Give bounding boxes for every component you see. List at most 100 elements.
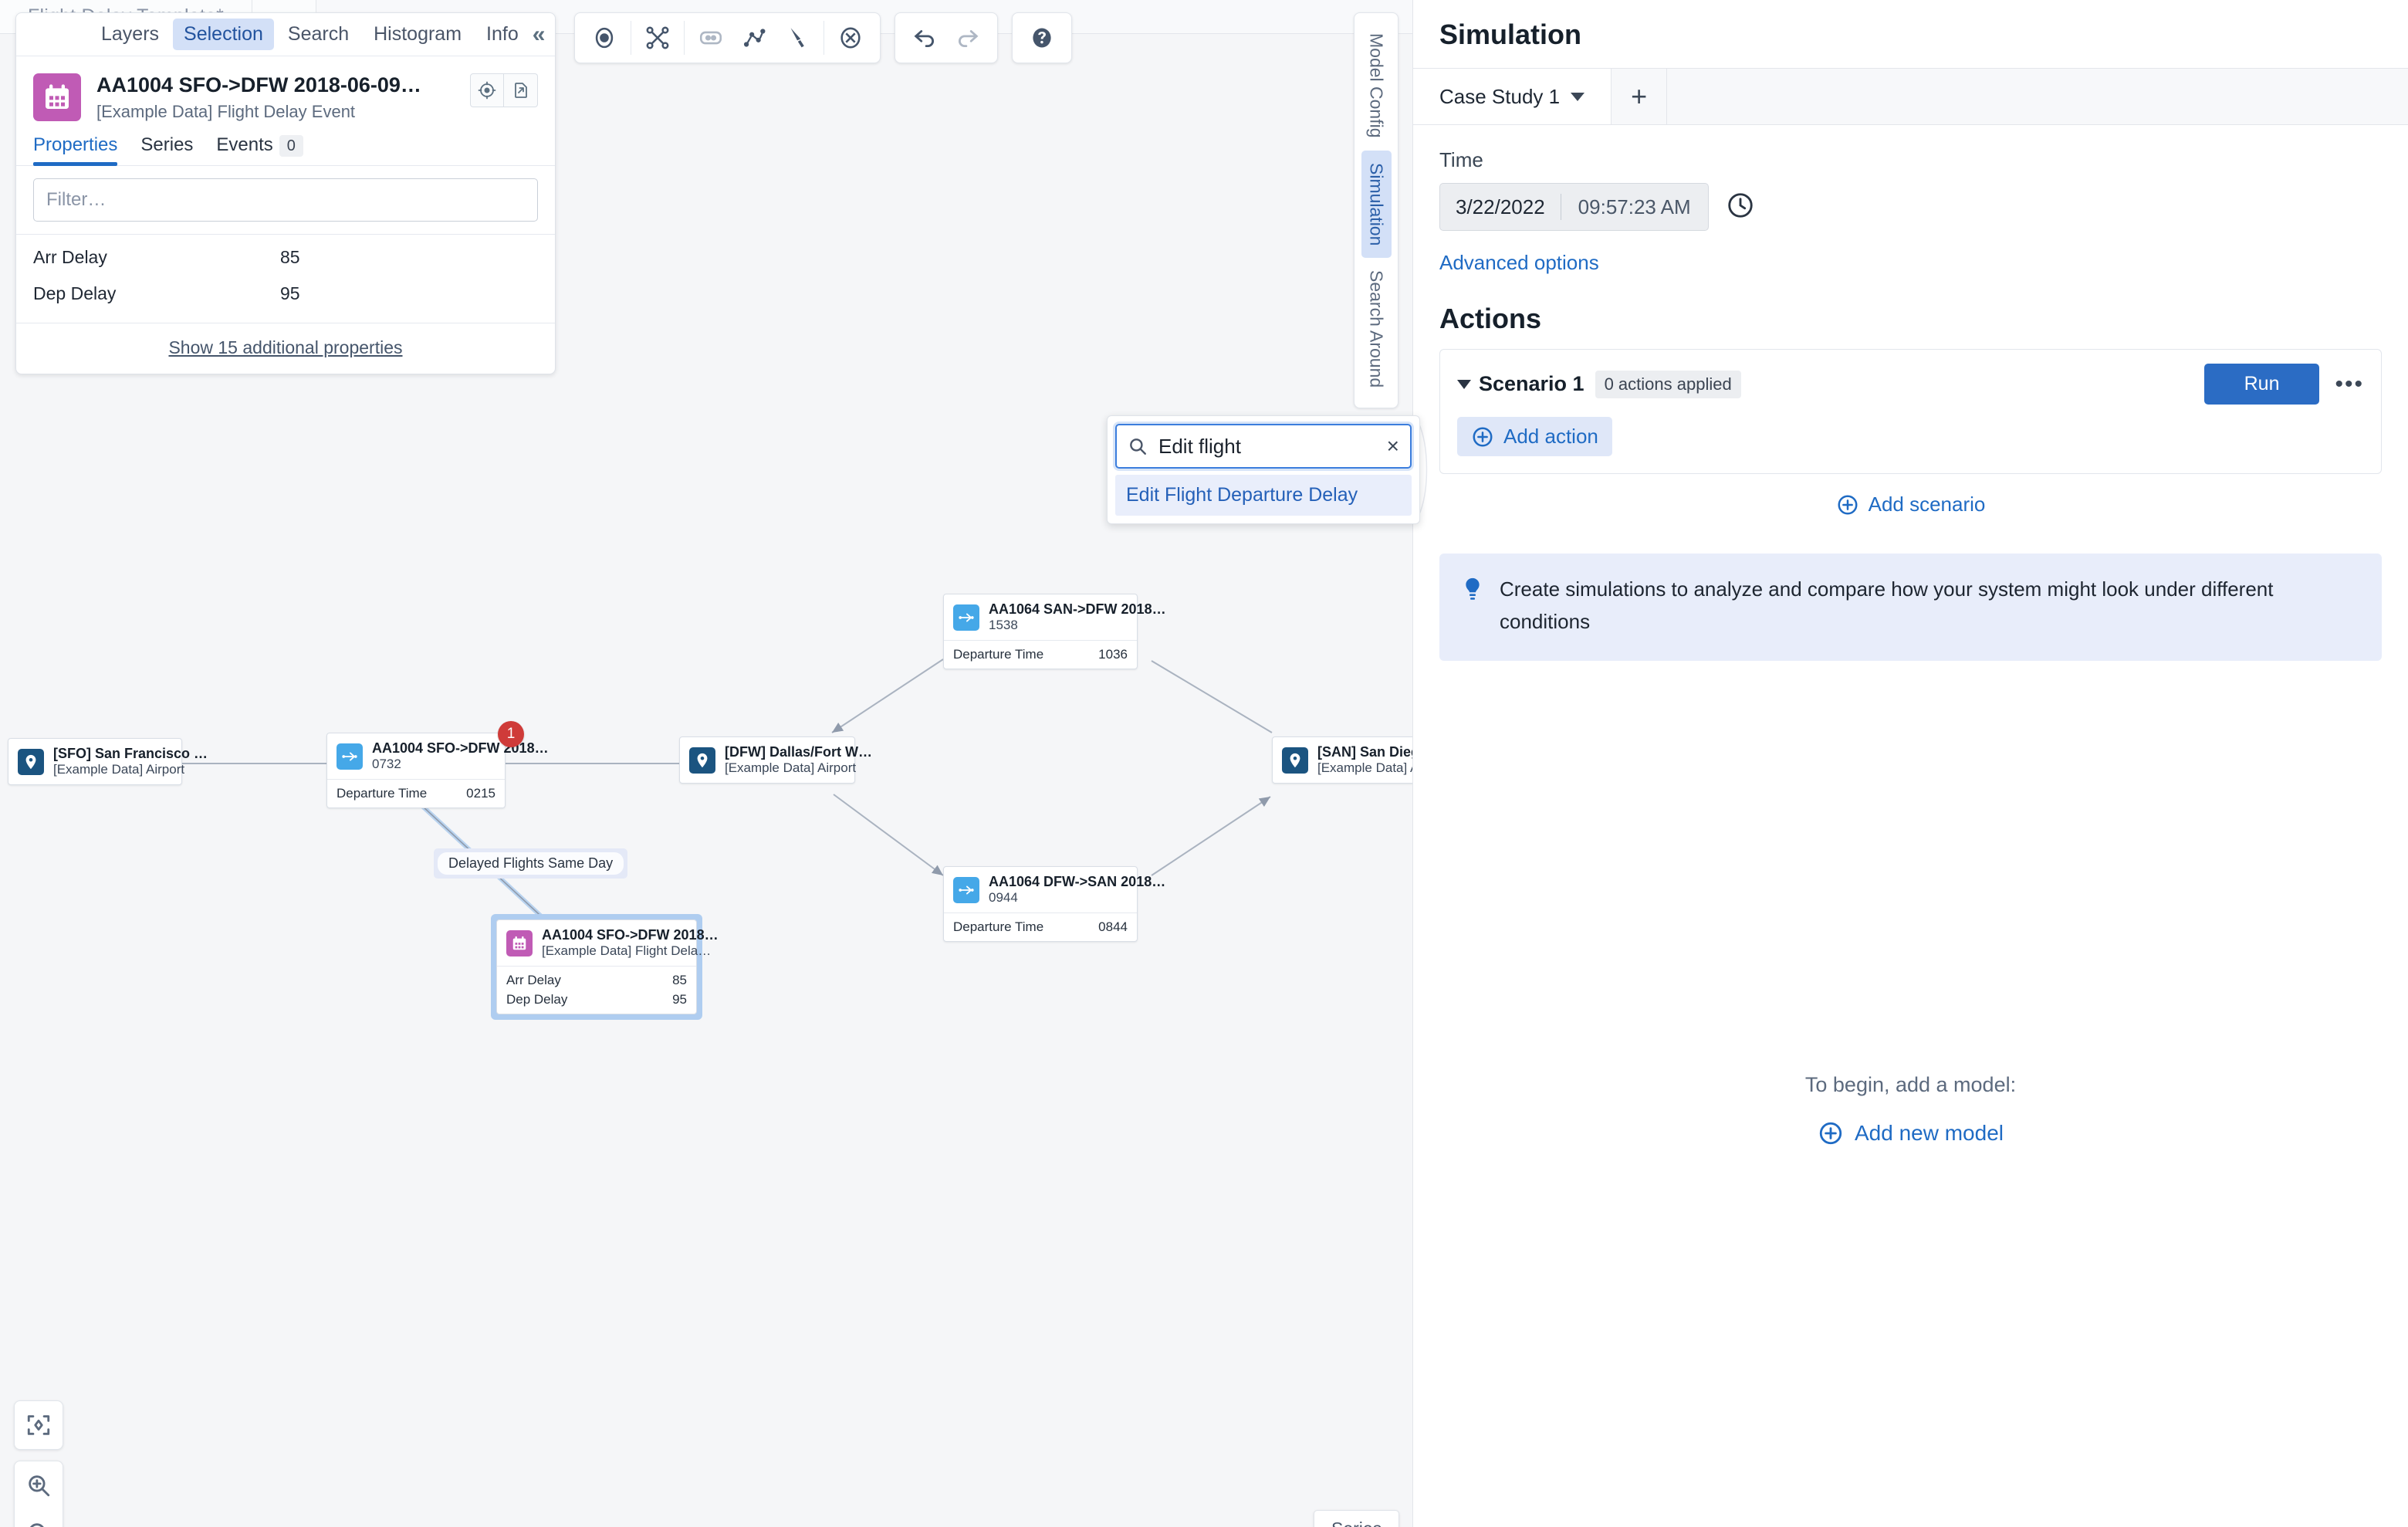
open-external-icon[interactable]: [504, 73, 538, 107]
case-study-tab[interactable]: Case Study 1: [1413, 69, 1612, 124]
tab-search[interactable]: Search: [277, 19, 360, 50]
plus-circle-icon: [1819, 1122, 1842, 1145]
scenario-more-menu-icon[interactable]: •••: [2335, 372, 2364, 395]
node-subtitle: [Example Data] Airport: [53, 762, 185, 777]
search-input[interactable]: Edit flight: [1158, 435, 1387, 459]
tab-info[interactable]: Info: [475, 19, 529, 50]
empty-state-label: To begin, add a model:: [1804, 1073, 2017, 1096]
node-property-row: Arr Delay 85: [506, 973, 687, 988]
target-icon[interactable]: [470, 73, 504, 107]
simulation-date-value[interactable]: 3/22/2022: [1440, 195, 1561, 219]
case-study-tab-label: Case Study 1: [1439, 84, 1561, 108]
clock-icon[interactable]: [1726, 191, 1755, 224]
node-property-key: Departure Time: [337, 786, 428, 801]
node-property-row: Dep Delay 95: [506, 992, 687, 1007]
actions-section-title: Actions: [1439, 303, 1542, 334]
graph-node-flight-delay-event[interactable]: AA1004 SFO->DFW 2018… [Example Data] Fli…: [496, 919, 719, 1014]
node-header: AA1064 SAN->DFW 2018… 1538: [944, 594, 1166, 640]
series-button[interactable]: Series: [1314, 1510, 1400, 1527]
add-action-button[interactable]: Add action: [1457, 417, 1612, 456]
rail-tab-simulation[interactable]: Simulation: [1361, 150, 1392, 258]
map-pin-icon: [1282, 747, 1308, 774]
property-filter-input[interactable]: [33, 178, 538, 222]
node-badge-aa1004[interactable]: 1: [498, 721, 524, 747]
redo-icon[interactable]: [946, 16, 989, 59]
node-property-row: Departure Time 1036: [953, 647, 1128, 662]
search-results-list: Edit Flight Departure Delay: [1115, 475, 1412, 516]
tab-properties[interactable]: Properties: [33, 134, 118, 166]
node-property-key: Departure Time: [953, 647, 1044, 662]
graph-node-sfo[interactable]: [SFO] San Francisco … [Example Data] Air…: [8, 738, 208, 785]
target-dot-icon[interactable]: [583, 16, 626, 59]
node-body: Departure Time 0844: [944, 912, 1137, 941]
zoom-in-icon[interactable]: [15, 1461, 63, 1509]
search-result-item[interactable]: Edit Flight Departure Delay: [1115, 475, 1412, 516]
scenario-card: Scenario 1 0 actions applied Run ••• Add…: [1439, 349, 2382, 474]
add-scenario-button[interactable]: Add scenario: [1413, 493, 2408, 516]
add-case-study-button[interactable]: +: [1612, 69, 1668, 124]
flight-route-icon: [953, 604, 979, 631]
graph-node-aa1064-dfw-san[interactable]: AA1064 DFW->SAN 2018… 0944 Departure Tim…: [943, 866, 1165, 942]
node-title: AA1004 SFO->DFW 2018…: [542, 927, 719, 943]
node-property-row: Departure Time 0844: [953, 919, 1128, 935]
property-value: 85: [280, 247, 300, 267]
fit-to-screen-control[interactable]: [14, 1400, 63, 1450]
node-property-row: Departure Time 0215: [337, 786, 495, 801]
tab-histogram[interactable]: Histogram: [363, 19, 472, 50]
property-row: Arr Delay 85: [16, 235, 555, 276]
node-property-value: 95: [672, 992, 687, 1007]
rail-tab-model-config[interactable]: Model Config: [1361, 21, 1392, 151]
graph-node-san[interactable]: [SAN] San Diego In [Example Data] Airpo: [1272, 736, 1412, 784]
case-study-tab-bar: Case Study 1 +: [1413, 68, 2408, 125]
add-new-model-button[interactable]: Add new model: [1818, 1120, 2004, 1146]
show-additional-properties-link[interactable]: Show 15 additional properties: [16, 323, 555, 374]
action-search-popover: Edit flight × Edit Flight Departure Dela…: [1107, 415, 1420, 524]
expand-graph-icon[interactable]: [732, 16, 776, 59]
advanced-options-link[interactable]: Advanced options: [1413, 231, 2408, 275]
tab-events[interactable]: Events 0: [216, 134, 303, 165]
rail-tab-search-around[interactable]: Search Around: [1361, 258, 1392, 400]
cancel-circle-icon[interactable]: [829, 16, 872, 59]
entity-type-label: [Example Data] Flight Delay Event: [96, 102, 356, 121]
graph-layout-icon[interactable]: [636, 16, 679, 59]
box-select-icon[interactable]: [689, 16, 732, 59]
node-subtitle: [Example Data] Airpo: [1317, 760, 1412, 775]
tab-series[interactable]: Series: [140, 134, 193, 165]
fit-screen-icon[interactable]: [15, 1401, 63, 1449]
simulation-time-value[interactable]: 09:57:23 AM: [1561, 195, 1708, 219]
simulation-panel-title: Simulation: [1439, 19, 1582, 50]
node-property-value: 0215: [466, 786, 495, 801]
node-header: AA1064 DFW->SAN 2018… 0944: [944, 867, 1165, 912]
close-icon[interactable]: ×: [1387, 435, 1399, 457]
node-text: AA1004 SFO->DFW 2018… 0732: [372, 740, 549, 772]
zoom-out-icon[interactable]: [15, 1509, 63, 1527]
run-button[interactable]: Run: [2203, 364, 2320, 405]
graph-node-aa1004[interactable]: AA1004 SFO->DFW 2018… 0732 Departure Tim…: [326, 733, 549, 808]
info-callout: Create simulations to analyze and compar…: [1439, 554, 2382, 662]
toolbar-group-history: [895, 12, 998, 63]
search-input-box[interactable]: Edit flight ×: [1115, 424, 1412, 469]
undo-icon[interactable]: [903, 16, 946, 59]
collapse-panel-icon[interactable]: «: [533, 22, 552, 46]
tab-layers[interactable]: Layers: [90, 19, 170, 50]
lasso-icon[interactable]: [776, 16, 819, 59]
graph-node-aa1064-san-dfw[interactable]: AA1064 SAN->DFW 2018… 1538 Departure Tim…: [943, 594, 1166, 669]
chevron-down-icon[interactable]: [1457, 379, 1471, 389]
graph-toolbar: [574, 12, 1072, 63]
plus-circle-icon: [1838, 495, 1858, 514]
flight-route-icon: [953, 876, 979, 903]
property-key: Arr Delay: [33, 247, 107, 267]
zoom-controls[interactable]: [14, 1461, 63, 1527]
simulation-time-field[interactable]: 3/22/2022 09:57:23 AM: [1439, 183, 1709, 231]
scenario-name: Scenario 1: [1479, 372, 1584, 395]
selection-entity-titles: AA1004 SFO->DFW 2018-06-09… [Example Dat…: [96, 73, 462, 122]
tab-selection[interactable]: Selection: [173, 19, 274, 50]
selection-panel: Layers Selection Search Histogram Info «…: [15, 12, 556, 374]
node-body: Departure Time 1036: [944, 640, 1137, 669]
node-title: AA1064 SAN->DFW 2018…: [989, 601, 1166, 617]
graph-node-dfw[interactable]: [DFW] Dallas/Fort W… [Example Data] Airp…: [679, 736, 872, 784]
help-icon[interactable]: [1020, 16, 1064, 59]
empty-state: To begin, add a model: Add new model: [1413, 1073, 2408, 1150]
calendar-event-icon: [33, 73, 81, 121]
node-body: Departure Time 0215: [327, 779, 505, 808]
